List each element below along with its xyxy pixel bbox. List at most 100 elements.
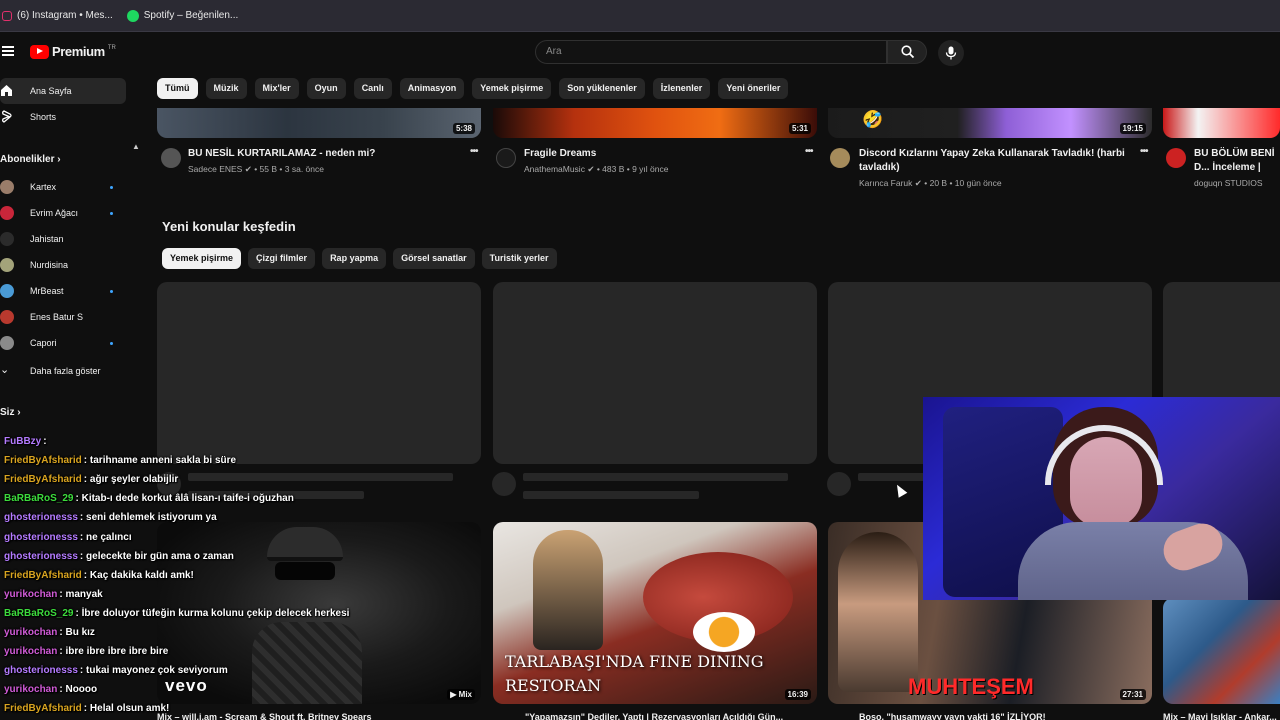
bookmark-instagram[interactable]: (6) Instagram • Mes... [2,10,113,21]
explore-chip-tourist-places[interactable]: Turistik yerler [481,248,557,269]
chat-username[interactable]: FriedByAfsharid [4,474,82,485]
video-thumbnail[interactable] [1163,598,1280,704]
instagram-icon [2,10,12,21]
verified-icon: ✔ [244,164,252,174]
channel-name[interactable]: Karınca Faruk [859,178,912,188]
chat-message: ghosterionesss: gelecekte bir gün ama o … [4,551,234,562]
chip-mixes[interactable]: Mix'ler [254,78,299,99]
chip-recently-uploaded[interactable]: Son yüklenenler [559,78,645,99]
chat-username[interactable]: ghosterionesss [4,665,78,676]
chip-live[interactable]: Canlı [353,78,392,99]
scroll-up-arrow-icon[interactable]: ▲ [132,142,140,151]
you-title-text: Siz [0,407,15,418]
video-title[interactable]: Discord Kızlarını Yapay Zeka Kullanarak … [859,147,1129,175]
chat-message: BaRBaRoS_29: İbre doluyor tüfeğin kurma … [4,608,349,619]
show-more-button[interactable]: ⌄ Daha fazla göster [0,358,126,384]
chat-username[interactable]: FriedByAfsharid [4,455,82,466]
explore-chip-cartoons[interactable]: Çizgi filmler [248,248,316,269]
chat-username[interactable]: yurikochan [4,589,57,600]
chat-text: : Kitab-ı dede korkut âlâ lisan-ı taife-… [75,493,294,505]
chip-animation[interactable]: Animasyon [399,78,465,99]
sidebar-item-channel[interactable]: Kartex [0,174,126,200]
chat-username[interactable]: yurikochan [4,646,57,657]
sidebar-item-channel[interactable]: Capori [0,330,126,356]
explore-chip-rap[interactable]: Rap yapma [322,248,387,269]
channel-name[interactable]: Sadece ENES [188,164,242,174]
egg-shape [693,612,755,652]
video-thumbnail[interactable]: 5:31 [493,108,817,138]
video-thumbnail[interactable]: 🤣 19:15 [828,108,1152,138]
explore-chip-visual-arts[interactable]: Görsel sanatlar [393,248,475,269]
chat-username[interactable]: FriedByAfsharid [4,703,82,714]
video-title[interactable]: Mix – Mavi Işıklar - Ankar... [1163,712,1280,720]
chat-text: : İbre doluyor tüfeğin kurma kolunu çeki… [75,607,350,619]
view-count: 55 B [259,164,278,174]
stream-chat-overlay: FuBBzy: FriedByAfsharid: tarihname anneni… [0,432,440,720]
thumbnail-overlay-text: TARLABAŞI'NDA FINE DINING RESTORAN [505,652,764,695]
more-options-icon[interactable]: ••• [1140,146,1148,157]
upload-age: 3 sa. önce [284,164,324,174]
sidebar-item-label: Ana Sayfa [30,86,72,96]
sidebar-item-channel[interactable]: MrBeast [0,278,126,304]
chat-message: yurikochan: ibre ibre ibre ibre bire [4,646,168,657]
subscriptions-title[interactable]: Abonelikler › [0,154,61,165]
channel-avatar[interactable] [496,148,516,168]
video-meta: Sadece ENES ✔ • 55 B • 3 sa. önce [188,164,324,174]
you-section-title[interactable]: Siz › [0,407,21,418]
chat-username[interactable]: BaRBaRoS_29 [4,608,73,619]
video-title[interactable]: BU BÖLÜM BENİ D... İnceleme | Soldier [1194,147,1280,175]
chip-music[interactable]: Müzik [205,78,247,99]
chat-username[interactable]: yurikochan [4,684,57,695]
chat-message: FriedByAfsharid: Kaç dakika kaldı amk! [4,570,194,581]
sidebar-item-shorts[interactable]: Shorts [0,104,126,130]
chip-cooking[interactable]: Yemek pişirme [472,78,552,99]
video-title[interactable]: "Yapamazsın" Dediler, Yaptı | Rezervasyo… [525,712,795,720]
filter-chips: Tümü Müzik Mix'ler Oyun Canlı Animasyon … [157,78,789,100]
avatar [0,206,14,220]
more-options-icon[interactable]: ••• [805,146,813,157]
chip-all[interactable]: Tümü [157,78,198,99]
search-input[interactable]: Ara [535,40,887,64]
chat-username[interactable]: ghosterionesss [4,532,78,543]
sidebar-item-label: Nurdisina [30,260,69,270]
bookmark-spotify[interactable]: Spotify – Beğenilen... [126,9,238,22]
video-title[interactable]: Fragile Dreams [524,147,794,161]
avatar [0,258,14,272]
search-button[interactable] [887,40,927,64]
sidebar-item-label: Daha fazla göster [30,366,101,376]
chat-username[interactable]: ghosterionesss [4,512,78,523]
channel-avatar[interactable] [1166,148,1186,168]
chip-new-to-you[interactable]: Yeni öneriler [718,78,789,99]
hamburger-menu-icon[interactable] [2,46,14,56]
chat-username[interactable]: FuBBzy [4,436,41,447]
video-title[interactable]: Boso, "husamwayy vayn vakti 16" İZLİYOR! [859,712,1089,720]
sidebar-item-channel[interactable]: Nurdisina [0,252,126,278]
chat-text: : tarihname anneni sakla bi süre [83,455,237,467]
loading-thumbnail-placeholder [493,282,817,464]
sidebar-item-channel[interactable]: Jahistan [0,226,126,252]
chat-username[interactable]: yurikochan [4,627,57,638]
chip-watched[interactable]: İzlenenler [652,78,711,99]
voice-search-button[interactable] [938,40,964,66]
chat-text: : ağır şeyler olabijlir [83,474,179,486]
chat-username[interactable]: ghosterionesss [4,551,78,562]
sidebar-item-channel[interactable]: Evrim Ağacı [0,200,126,226]
sidebar-item-home[interactable]: Ana Sayfa [0,78,126,104]
channel-name[interactable]: doguqn STUDIOS [1194,178,1263,188]
chat-username[interactable]: BaRBaRoS_29 [4,493,73,504]
video-thumbnail[interactable] [1163,108,1280,138]
chat-text: : [43,436,47,447]
chat-username[interactable]: FriedByAfsharid [4,570,82,581]
more-options-icon[interactable]: ••• [470,146,478,157]
youtube-logo[interactable]: Premium TR [30,44,116,59]
channel-avatar[interactable] [830,148,850,168]
video-thumbnail[interactable]: TARLABAŞI'NDA FINE DINING RESTORAN 16:39 [493,522,817,704]
sidebar-item-channel[interactable]: Enes Batur S [0,304,126,330]
video-thumbnail[interactable]: 5:38 [157,108,481,138]
channel-name[interactable]: AnathemaMusic [524,164,585,174]
explore-section-title: Yeni konular keşfedin [162,219,296,234]
chip-gaming[interactable]: Oyun [306,78,346,99]
channel-avatar[interactable] [161,148,181,168]
video-title[interactable]: BU NESİL KURTARILAMAZ - neden mi? [188,147,458,161]
explore-chip-cooking[interactable]: Yemek pişirme [162,248,242,269]
